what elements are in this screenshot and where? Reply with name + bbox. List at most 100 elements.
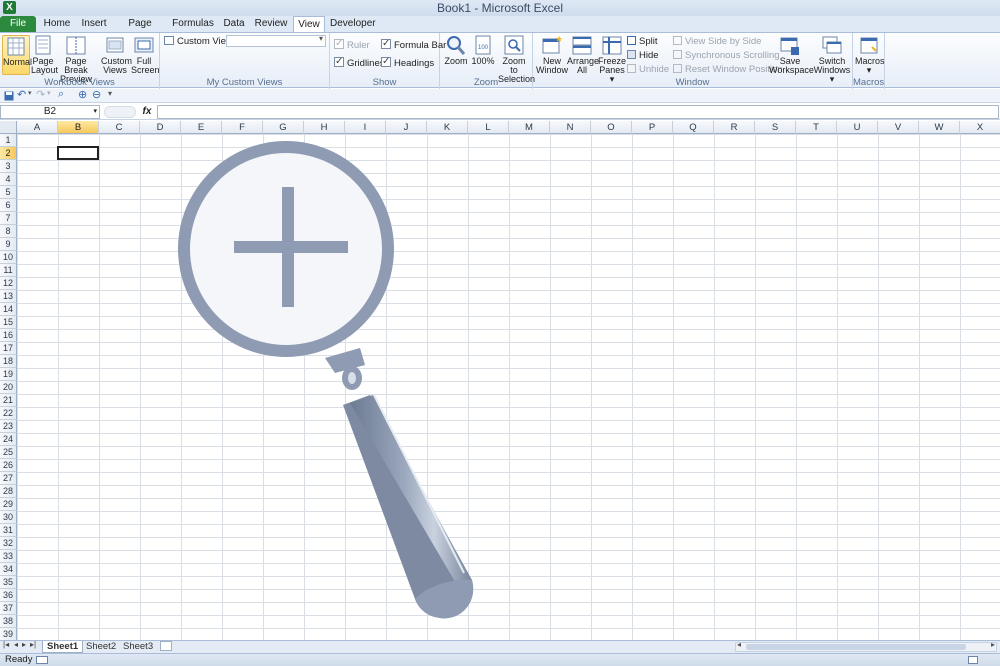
row-header-16[interactable]: 16 — [0, 329, 17, 342]
prev-sheet-icon[interactable]: ◂ — [14, 640, 18, 649]
row-header-29[interactable]: 29 — [0, 498, 17, 511]
row-header-9[interactable]: 9 — [0, 238, 17, 251]
next-sheet-icon[interactable]: ▸ — [22, 640, 26, 649]
column-header-v[interactable]: V — [878, 121, 919, 134]
row-header-4[interactable]: 4 — [0, 173, 17, 186]
view-side-by-side-button[interactable]: View Side by Side — [673, 35, 761, 49]
split-button[interactable]: Split — [627, 35, 657, 49]
row-header-2[interactable]: 2 — [0, 147, 17, 160]
zoom-100-button[interactable]: 100 100% — [471, 35, 495, 66]
row-header-24[interactable]: 24 — [0, 433, 17, 446]
tab-data[interactable]: Data — [220, 16, 248, 32]
row-header-36[interactable]: 36 — [0, 589, 17, 602]
row-header-33[interactable]: 33 — [0, 550, 17, 563]
macro-recording-icon[interactable] — [36, 656, 48, 664]
first-sheet-icon[interactable]: |◂ — [3, 640, 9, 649]
row-header-8[interactable]: 8 — [0, 225, 17, 238]
last-sheet-icon[interactable]: ▸| — [30, 640, 36, 649]
sheet-tab-sheet2[interactable]: Sheet2 — [82, 641, 120, 653]
row-header-32[interactable]: 32 — [0, 537, 17, 550]
row-header-35[interactable]: 35 — [0, 576, 17, 589]
customize-qat-icon[interactable]: ▾ — [108, 89, 112, 98]
tab-home[interactable]: Home — [40, 16, 74, 32]
synchronous-scrolling-button[interactable]: Synchronous Scrolling — [673, 49, 780, 63]
select-all-corner[interactable] — [0, 121, 17, 134]
formula-input[interactable] — [157, 105, 999, 119]
column-header-u[interactable]: U — [837, 121, 878, 134]
row-header-5[interactable]: 5 — [0, 186, 17, 199]
horizontal-scrollbar[interactable]: ◂ ▸ — [735, 640, 997, 652]
row-header-27[interactable]: 27 — [0, 472, 17, 485]
row-header-20[interactable]: 20 — [0, 381, 17, 394]
column-header-s[interactable]: S — [755, 121, 796, 134]
ruler-checkbox[interactable]: Ruler — [334, 37, 370, 53]
column-header-x[interactable]: X — [960, 121, 1000, 134]
custom-views-button[interactable]: Custom Views — [101, 35, 132, 75]
headings-checkbox[interactable]: Headings — [381, 55, 434, 71]
scrollbar-thumb[interactable] — [746, 644, 966, 650]
formula-bar-splitter[interactable] — [104, 106, 136, 118]
tab-review[interactable]: Review — [252, 16, 290, 32]
row-header-17[interactable]: 17 — [0, 342, 17, 355]
row-header-28[interactable]: 28 — [0, 485, 17, 498]
hide-button[interactable]: Hide — [627, 49, 659, 63]
row-header-34[interactable]: 34 — [0, 563, 17, 576]
macros-button[interactable]: Macros ▾ — [855, 35, 885, 75]
custom-views-dropdown[interactable]: ▾ — [226, 34, 326, 47]
zoom-out-icon[interactable]: ⊖ — [92, 88, 101, 101]
tab-page-layout[interactable]: Page Layout — [114, 16, 166, 45]
unhide-button[interactable]: Unhide — [627, 63, 669, 77]
sheet-tab-sheet1[interactable]: Sheet1 — [42, 641, 84, 653]
reset-window-position-button[interactable]: Reset Window Position — [673, 63, 783, 77]
column-header-m[interactable]: M — [509, 121, 550, 134]
row-header-10[interactable]: 10 — [0, 251, 17, 264]
tab-formulas[interactable]: Formulas — [170, 16, 216, 32]
new-window-button[interactable]: New Window — [536, 35, 568, 75]
row-header-3[interactable]: 3 — [0, 160, 17, 173]
column-header-o[interactable]: O — [591, 121, 632, 134]
redo-icon[interactable]: ↷ — [36, 88, 45, 101]
row-header-19[interactable]: 19 — [0, 368, 17, 381]
row-header-12[interactable]: 12 — [0, 277, 17, 290]
column-header-p[interactable]: P — [632, 121, 673, 134]
save-icon[interactable] — [4, 91, 14, 101]
column-header-q[interactable]: Q — [673, 121, 714, 134]
save-workspace-button[interactable]: Save Workspace — [769, 35, 814, 75]
row-header-1[interactable]: 1 — [0, 134, 17, 147]
row-header-26[interactable]: 26 — [0, 459, 17, 472]
column-header-w[interactable]: W — [919, 121, 960, 134]
row-header-31[interactable]: 31 — [0, 524, 17, 537]
active-cell[interactable] — [57, 146, 99, 160]
gridlines-checkbox[interactable]: Gridlines — [334, 55, 385, 71]
scroll-left-icon[interactable]: ◂ — [737, 640, 741, 649]
zoom-in-icon[interactable]: ⊕ — [78, 88, 87, 101]
row-header-7[interactable]: 7 — [0, 212, 17, 225]
row-header-6[interactable]: 6 — [0, 199, 17, 212]
column-header-c[interactable]: C — [99, 121, 140, 134]
row-header-38[interactable]: 38 — [0, 615, 17, 628]
insert-function-icon[interactable]: fx — [140, 105, 154, 119]
row-header-30[interactable]: 30 — [0, 511, 17, 524]
tab-file[interactable]: File — [0, 16, 36, 32]
insert-sheet-icon[interactable] — [160, 641, 172, 651]
column-header-n[interactable]: N — [550, 121, 591, 134]
row-header-21[interactable]: 21 — [0, 394, 17, 407]
row-header-18[interactable]: 18 — [0, 355, 17, 368]
row-header-13[interactable]: 13 — [0, 290, 17, 303]
normal-view-status-icon[interactable] — [968, 656, 978, 664]
row-header-14[interactable]: 14 — [0, 303, 17, 316]
column-header-b[interactable]: B — [58, 121, 99, 134]
undo-dropdown-icon[interactable]: ▾ — [28, 89, 32, 97]
zoom-button[interactable]: Zoom — [444, 35, 468, 66]
undo-icon[interactable]: ↶ — [17, 88, 26, 101]
full-screen-button[interactable]: Full Screen — [131, 35, 160, 75]
formula-bar-checkbox[interactable]: Formula Bar — [381, 37, 446, 53]
tab-insert[interactable]: Insert — [76, 16, 112, 32]
arrange-all-button[interactable]: Arrange All — [567, 35, 599, 75]
tab-developer[interactable]: Developer — [330, 16, 376, 32]
row-header-15[interactable]: 15 — [0, 316, 17, 329]
row-header-37[interactable]: 37 — [0, 602, 17, 615]
column-header-r[interactable]: R — [714, 121, 755, 134]
page-layout-view-button[interactable]: Page Layout — [31, 35, 58, 75]
name-box[interactable]: B2 ▾ — [0, 105, 100, 119]
